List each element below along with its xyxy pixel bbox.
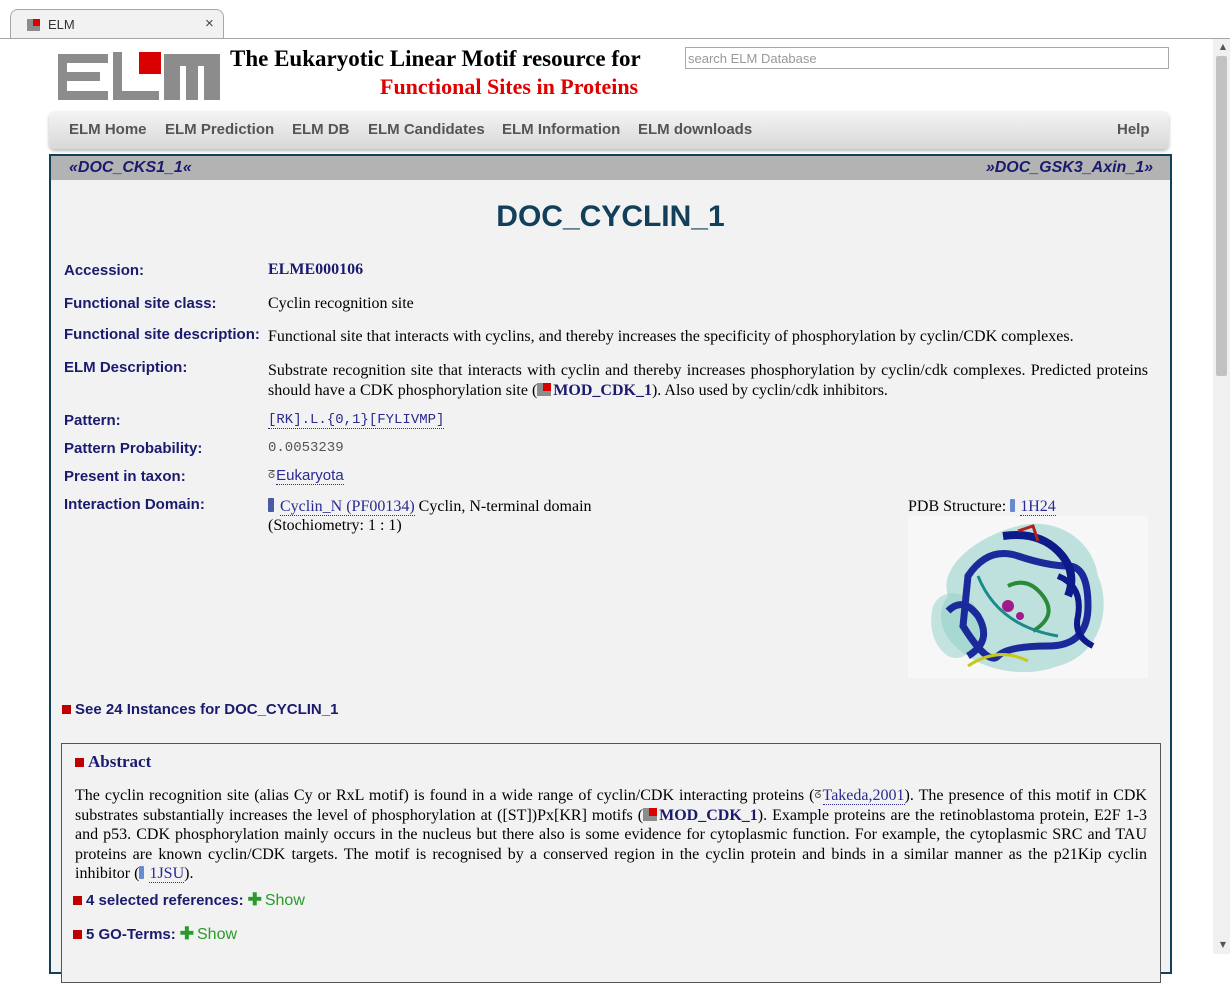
- site-subtitle: Functional Sites in Proteins: [380, 74, 639, 99]
- abstract-mod-cdk-link[interactable]: MOD_CDK_1: [659, 807, 758, 824]
- mod-cdk-link[interactable]: MOD_CDK_1: [553, 382, 652, 399]
- class-value: Cyclin recognition site: [268, 295, 414, 312]
- nav-elm-prediction[interactable]: ELM Prediction: [165, 121, 274, 138]
- elm-logo[interactable]: [58, 52, 220, 100]
- plus-icon[interactable]: ✚: [248, 890, 262, 910]
- main-nav: ELM Home ELM Prediction ELM DB ELM Candi…: [49, 111, 1169, 149]
- class-label: Functional site class:: [64, 295, 217, 312]
- edesc-label: ELM Description:: [64, 359, 188, 376]
- tabstrip-divider: [0, 38, 1230, 39]
- site-title: The Eukaryotic Linear Motif resource for: [230, 46, 641, 71]
- browser-tab[interactable]: ELM ×: [10, 9, 224, 39]
- pfam-icon: [268, 498, 274, 512]
- tab-close-icon[interactable]: ×: [205, 15, 214, 32]
- abstract-heading-text: Abstract: [88, 752, 152, 771]
- taxon-value[interactable]: ᘔEukaryota: [268, 467, 344, 485]
- pattern-label: Pattern:: [64, 412, 121, 429]
- tab-title: ELM: [48, 17, 75, 32]
- pdb-icon: [139, 866, 145, 879]
- pdb-structure-image[interactable]: [908, 516, 1148, 678]
- search-input[interactable]: [685, 47, 1169, 69]
- go-terms-toggle[interactable]: 5 GO-Terms: ✚ Show: [73, 924, 237, 944]
- prob-value: 0.0053239: [268, 440, 344, 456]
- pattern-link[interactable]: [RK].L.{0,1}[FYLIVMP]: [268, 412, 445, 429]
- edesc-value: Substrate recognition site that interact…: [268, 361, 1148, 401]
- abstract-heading: Abstract: [75, 752, 151, 772]
- references-show-link[interactable]: Show: [265, 892, 305, 909]
- taxon-label: Present in taxon:: [64, 468, 186, 485]
- taxonomy-icon: ᘔ: [814, 788, 822, 801]
- takeda-ref-link[interactable]: Takeda,2001: [822, 787, 905, 805]
- red-square-icon: [73, 930, 82, 939]
- browser-tabstrip: ELM ×: [0, 0, 1230, 40]
- nav-elm-information[interactable]: ELM Information: [502, 121, 620, 138]
- abstract-text: The cyclin recognition site (alias Cy or…: [75, 785, 1147, 884]
- pfam-link[interactable]: Cyclin_N (PF00134): [280, 498, 415, 516]
- prev-next-bar: «DOC_CKS1_1« »DOC_GSK3_Axin_1»: [51, 156, 1170, 180]
- pdb-link[interactable]: 1H24: [1020, 498, 1056, 516]
- fdesc-label: Functional site description:: [64, 326, 260, 343]
- edesc-text-2: ). Also used by cyclin/cdk inhibitors.: [651, 382, 888, 399]
- pdb-label: PDB Structure:: [908, 498, 1007, 515]
- next-entry-link[interactable]: »DOC_GSK3_Axin_1»: [986, 159, 1153, 177]
- accession-value: ELME000106: [268, 261, 364, 278]
- elm-favicon-icon: [27, 19, 40, 31]
- red-square-icon: [62, 705, 71, 714]
- pdb-icon: [1010, 499, 1016, 512]
- nav-help[interactable]: Help: [1117, 121, 1150, 138]
- nav-elm-downloads[interactable]: ELM downloads: [638, 121, 752, 138]
- page-title: DOC_CYCLIN_1: [496, 200, 725, 233]
- pattern-value[interactable]: [RK].L.{0,1}[FYLIVMP]: [268, 412, 445, 429]
- go-terms-label: 5 GO-Terms:: [86, 926, 176, 943]
- scroll-up-arrow-icon[interactable]: ▲: [1220, 42, 1226, 51]
- accession-label: Accession:: [64, 262, 145, 279]
- nav-elm-db[interactable]: ELM DB: [292, 121, 350, 138]
- taxonomy-icon: ᘔ: [268, 468, 276, 481]
- nav-elm-home[interactable]: ELM Home: [69, 121, 147, 138]
- red-square-icon: [75, 758, 84, 767]
- abstract-box: Abstract The cyclin recognition site (al…: [61, 743, 1161, 983]
- stoichiometry: (Stochiometry: 1 : 1): [268, 517, 402, 534]
- abstract-text-1: The cyclin recognition site (alias Cy or…: [75, 787, 815, 804]
- entry-panel: «DOC_CKS1_1« »DOC_GSK3_Axin_1» DOC_CYCLI…: [49, 154, 1172, 983]
- go-terms-show-link[interactable]: Show: [197, 926, 237, 943]
- abstract-pdb-link[interactable]: 1JSU: [149, 865, 185, 883]
- nav-elm-candidates[interactable]: ELM Candidates: [368, 121, 485, 138]
- elm-icon: [537, 383, 552, 396]
- references-toggle[interactable]: 4 selected references: ✚ Show: [73, 890, 305, 910]
- domain-value: Cyclin_N (PF00134) Cyclin, N-terminal do…: [268, 498, 592, 516]
- abstract-text-4: ).: [184, 865, 194, 882]
- references-label: 4 selected references:: [86, 892, 244, 909]
- scroll-down-arrow-icon[interactable]: ▼: [1220, 940, 1226, 949]
- plus-icon[interactable]: ✚: [180, 924, 194, 944]
- prob-label: Pattern Probability:: [64, 440, 203, 457]
- pdb-structure: PDB Structure: 1H24: [908, 498, 1056, 516]
- instances-text[interactable]: See 24 Instances for DOC_CYCLIN_1: [75, 701, 338, 718]
- red-square-icon: [73, 896, 82, 905]
- fdesc-value: Functional site that interacts with cycl…: [268, 328, 1074, 345]
- scrollbar-thumb[interactable]: [1216, 56, 1227, 376]
- domain-label: Interaction Domain:: [64, 496, 205, 513]
- elm-icon: [643, 807, 658, 821]
- prev-entry-link[interactable]: «DOC_CKS1_1«: [69, 159, 192, 177]
- domain-description: Cyclin, N-terminal domain: [418, 498, 592, 515]
- instances-link[interactable]: See 24 Instances for DOC_CYCLIN_1: [62, 701, 338, 718]
- taxon-link[interactable]: Eukaryota: [276, 467, 344, 485]
